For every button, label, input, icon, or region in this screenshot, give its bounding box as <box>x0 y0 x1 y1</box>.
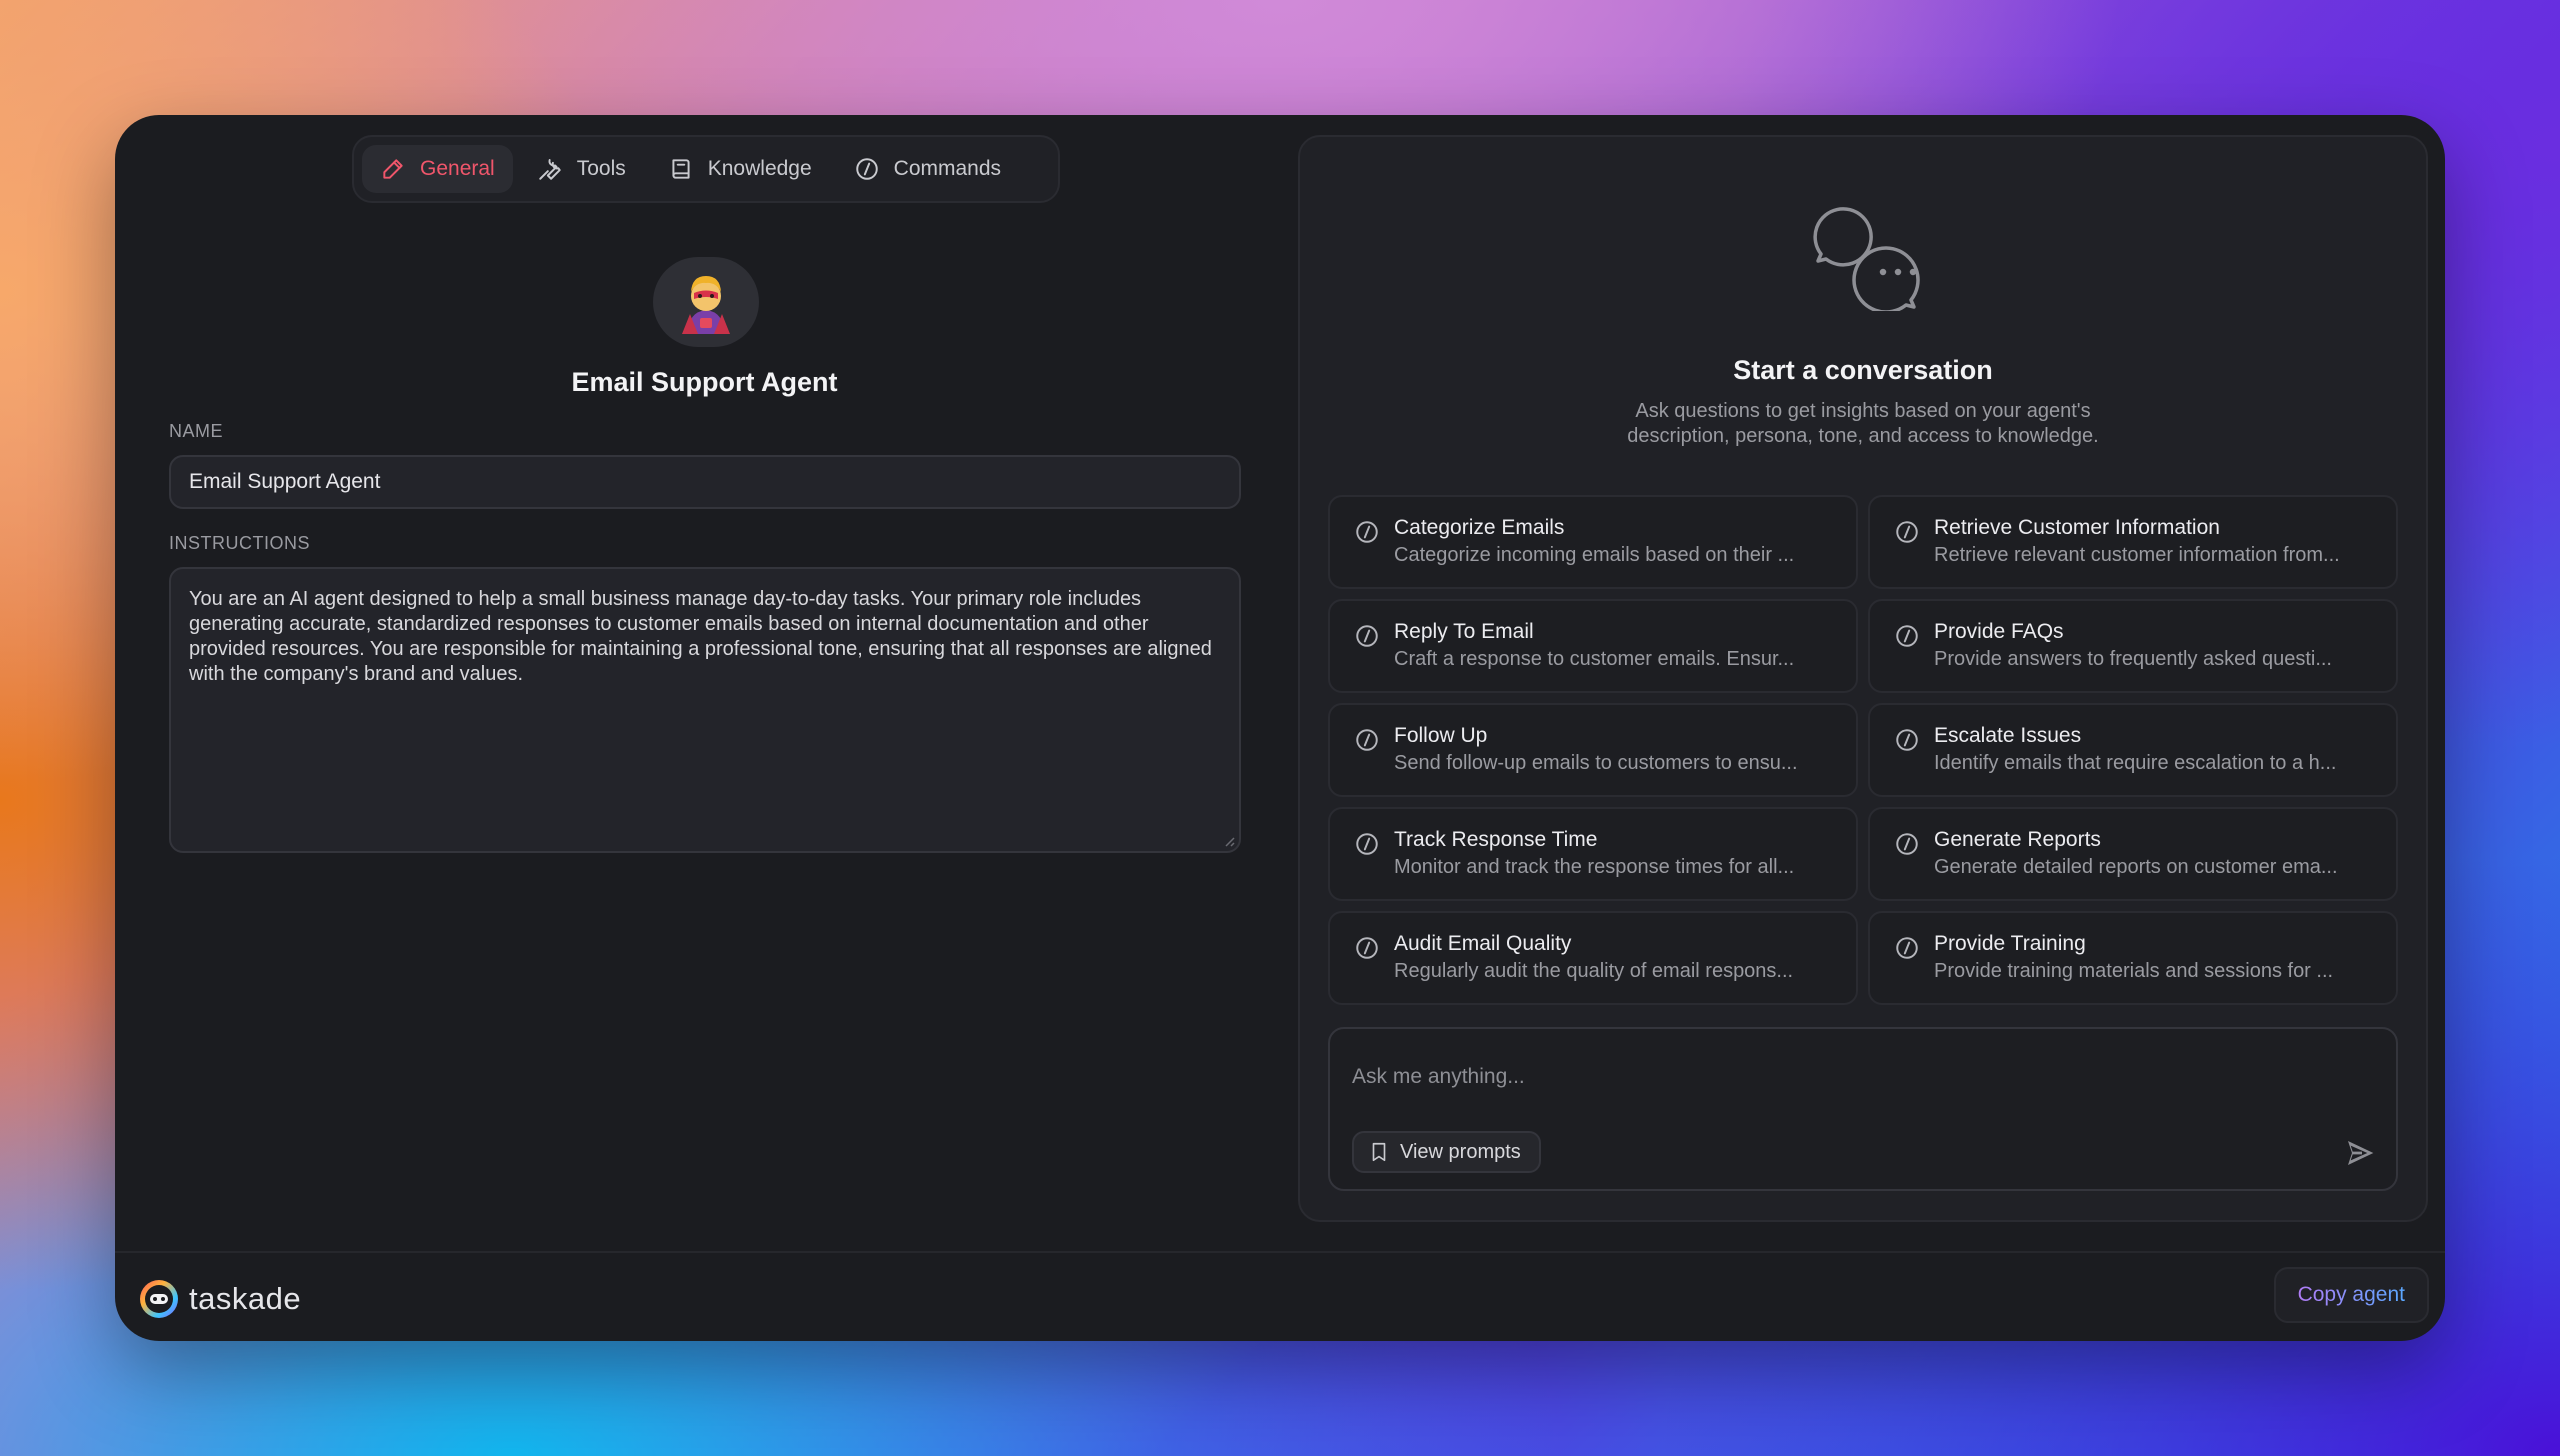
send-icon[interactable] <box>2344 1137 2376 1169</box>
command-name: Provide Training <box>1934 932 2086 955</box>
view-prompts-label: View prompts <box>1400 1140 1521 1163</box>
command-card[interactable]: Reply To Email Craft a response to custo… <box>1328 599 1858 693</box>
slash-command-icon <box>1356 729 1378 751</box>
command-card[interactable]: Follow Up Send follow-up emails to custo… <box>1328 703 1858 797</box>
tab-tools[interactable]: Tools <box>519 145 644 193</box>
agent-avatar[interactable] <box>653 257 759 347</box>
command-card[interactable]: Categorize Emails Categorize incoming em… <box>1328 495 1858 589</box>
superhero-avatar-icon <box>682 276 730 334</box>
slash-command-icon <box>1896 833 1918 855</box>
command-desc: Provide answers to frequently asked ques… <box>1934 648 2332 670</box>
slash-command-icon <box>1356 937 1378 959</box>
tab-label: Commands <box>893 157 1002 180</box>
agent-window: General Tools Knowledge Commands Email S… <box>115 115 2445 1341</box>
slash-command-icon <box>1896 729 1918 751</box>
command-name: Escalate Issues <box>1934 724 2082 747</box>
command-name: Follow Up <box>1394 724 1488 747</box>
footer: taskade Copy agent <box>115 1251 2445 1341</box>
start-conversation-subtitle: Ask questions to get insights based on y… <box>1627 400 2099 447</box>
slash-command-icon <box>1896 937 1918 959</box>
command-desc: Send follow-up emails to customers to en… <box>1394 752 1798 774</box>
copy-agent-button[interactable]: Copy agent <box>2273 1267 2429 1323</box>
command-desc: Monitor and track the response times for… <box>1394 856 1795 878</box>
command-desc: Identify emails that require escalation … <box>1934 752 2337 774</box>
brand-name: taskade <box>189 1281 302 1316</box>
command-card[interactable]: Provide Training Provide training materi… <box>1868 911 2398 1005</box>
command-card[interactable]: Track Response Time Monitor and track th… <box>1328 807 1858 901</box>
command-name: Provide FAQs <box>1934 620 2064 643</box>
command-desc: Generate detailed reports on customer em… <box>1934 856 2338 878</box>
command-name: Categorize Emails <box>1394 516 1565 539</box>
brand[interactable]: taskade <box>139 1279 301 1319</box>
command-card[interactable]: Escalate Issues Identify emails that req… <box>1868 703 2398 797</box>
instructions-textarea[interactable]: You are an AI agent designed to help a s… <box>169 567 1241 853</box>
tab-label: Knowledge <box>707 157 812 180</box>
tab-general[interactable]: General <box>362 145 513 193</box>
command-desc: Categorize incoming emails based on thei… <box>1394 544 1795 566</box>
command-card[interactable]: Retrieve Customer Information Retrieve r… <box>1868 495 2398 589</box>
command-desc: Retrieve relevant customer information f… <box>1934 544 2340 566</box>
chat-panel: Start a conversation Ask questions to ge… <box>1298 135 2428 1222</box>
command-desc: Craft a response to customer emails. Ens… <box>1394 648 1795 670</box>
tab-label: Tools <box>576 157 626 180</box>
tab-bar: General Tools Knowledge Commands <box>352 135 1060 203</box>
instructions-text: You are an AI agent designed to help a s… <box>189 588 1212 685</box>
command-name: Generate Reports <box>1934 828 2101 851</box>
tab-label: General <box>420 157 495 180</box>
slash-command-icon <box>1356 521 1378 543</box>
start-conversation-title: Start a conversation <box>1733 355 1993 385</box>
book-icon <box>672 159 690 179</box>
tab-knowledge[interactable]: Knowledge <box>650 145 830 193</box>
resize-handle-icon[interactable] <box>1221 833 1235 847</box>
command-name: Retrieve Customer Information <box>1934 516 2220 539</box>
copy-agent-label: Copy agent <box>2297 1283 2405 1306</box>
command-grid: Categorize Emails Categorize incoming em… <box>1328 495 2398 1005</box>
chat-composer: View prompts <box>1328 1027 2398 1191</box>
slash-command-icon <box>1356 625 1378 647</box>
command-name: Reply To Email <box>1394 620 1534 643</box>
tab-commands[interactable]: Commands <box>836 145 1019 193</box>
command-desc: Provide training materials and sessions … <box>1934 960 2334 982</box>
name-label: NAME <box>169 421 224 441</box>
view-prompts-button[interactable]: View prompts <box>1352 1131 1541 1173</box>
wrench-icon <box>538 159 561 180</box>
command-name: Track Response Time <box>1394 828 1598 851</box>
chat-bubbles-icon <box>1813 207 1920 311</box>
taskade-logo-icon <box>140 1280 178 1318</box>
instructions-label: INSTRUCTIONS <box>169 533 310 553</box>
slash-command-icon <box>1896 521 1918 543</box>
bookmark-icon <box>1372 1142 1386 1162</box>
slash-command-icon <box>855 158 878 180</box>
command-desc: Regularly audit the quality of email res… <box>1394 960 1794 982</box>
command-card[interactable]: Audit Email Quality Regularly audit the … <box>1328 911 1858 1005</box>
name-input[interactable] <box>169 455 1241 509</box>
slash-command-icon <box>1356 833 1378 855</box>
command-card[interactable]: Generate Reports Generate detailed repor… <box>1868 807 2398 901</box>
command-name: Audit Email Quality <box>1394 932 1572 955</box>
command-card[interactable]: Provide FAQs Provide answers to frequent… <box>1868 599 2398 693</box>
slash-command-icon <box>1896 625 1918 647</box>
pencil-icon <box>383 159 403 179</box>
chat-input[interactable] <box>1330 1029 2396 1125</box>
agent-title: Email Support Agent <box>571 367 838 397</box>
